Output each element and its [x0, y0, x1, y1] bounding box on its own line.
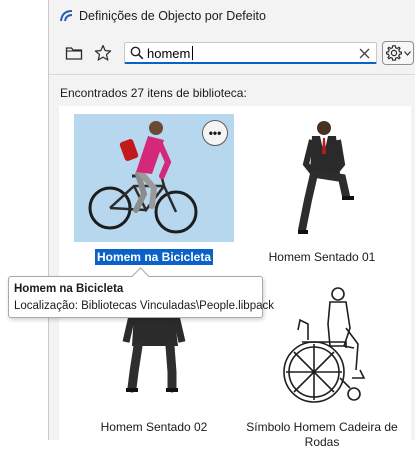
more-options-icon: •••: [208, 126, 222, 140]
clear-search-button[interactable]: [356, 45, 372, 61]
item-tooltip: Homem na Bicicleta Localização: Bibliote…: [8, 267, 274, 318]
more-options-button[interactable]: •••: [202, 120, 228, 146]
folder-icon: [65, 47, 83, 60]
window-title: Definições de Objecto por Defeito: [79, 9, 266, 23]
default-object-settings-window: Definições de Objecto por Defeito homem …: [48, 0, 415, 449]
star-icon: [94, 44, 112, 61]
archicad-logo-icon: [60, 10, 73, 22]
text-caret: [192, 46, 193, 60]
toolbar-divider: [49, 74, 415, 75]
toolbar: [49, 36, 415, 70]
close-icon: [359, 48, 369, 58]
chevron-down-icon: [404, 50, 411, 56]
results-count-text: Encontrados 27 itens de biblioteca:: [60, 86, 247, 100]
item-label: Homem na Bicicleta: [74, 249, 234, 265]
tooltip-title: Homem na Bicicleta: [14, 283, 124, 295]
library-search-field[interactable]: [124, 42, 377, 64]
gear-icon: [386, 45, 402, 61]
library-item[interactable]: Homem Sentado 01: [242, 114, 402, 274]
item-label-text: Homem na Bicicleta: [94, 249, 214, 265]
item-label: Homem Sentado 02: [100, 420, 208, 434]
item-label: Homem Sentado 01: [268, 250, 376, 264]
library-item[interactable]: ••• Homem na Bicicleta: [74, 114, 234, 274]
open-folder-button[interactable]: [63, 42, 85, 64]
search-input[interactable]: [147, 44, 347, 62]
man-sitting-01-thumbnail[interactable]: [242, 114, 402, 242]
tooltip-location: Localização: Bibliotecas Vinculadas\Peop…: [14, 300, 274, 312]
title-bar: Definições de Objecto por Defeito: [49, 0, 415, 32]
library-items-grid[interactable]: ••• Homem na Bicicleta Homem Sentado 01 …: [59, 106, 411, 449]
search-settings-button[interactable]: [382, 41, 414, 65]
search-icon: [130, 46, 144, 60]
favorites-button[interactable]: [92, 42, 114, 64]
item-label: Símbolo Homem Cadeira de Rodas: [246, 420, 398, 449]
